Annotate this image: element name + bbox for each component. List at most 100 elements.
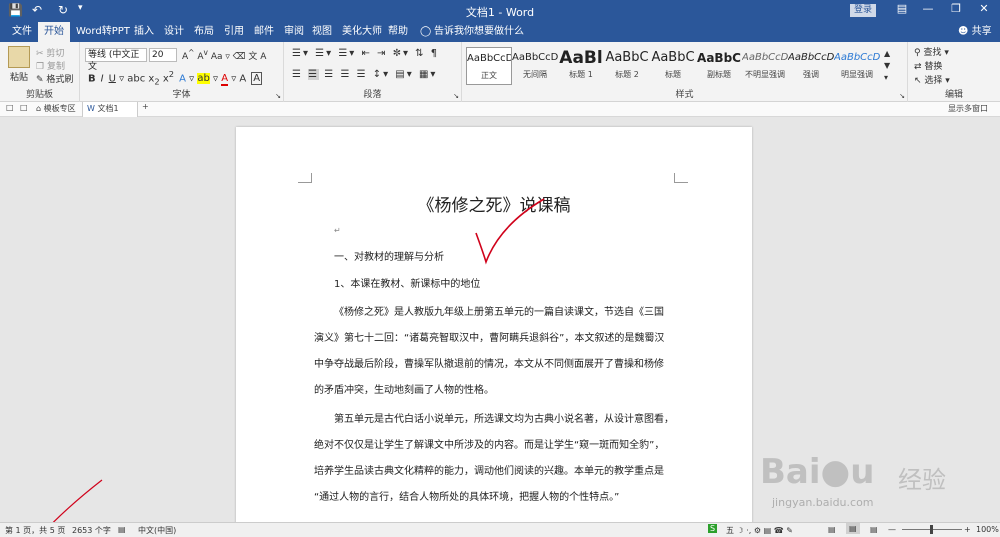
ime-toolbar-icons[interactable]: 五 ☽ ·, ⚙ ▤ ☎ ✎ xyxy=(726,525,793,536)
paste-icon[interactable] xyxy=(8,46,30,68)
open-folder-icon[interactable]: □ xyxy=(20,103,28,112)
replace-button[interactable]: ⇄ 替换 xyxy=(914,59,942,72)
font-label: 字体 xyxy=(172,90,191,100)
close-icon[interactable]: ✕ xyxy=(970,2,998,15)
list-buttons[interactable]: ☰▾ ☰▾ ☰▾ ⇤ ⇥ ✼▾ ⇅ ¶ xyxy=(292,48,439,59)
styles-scroll-icon[interactable]: ▲ ▼ ▾ xyxy=(884,48,890,84)
paste-button[interactable]: 粘贴 xyxy=(10,70,28,83)
margin-corner-tr xyxy=(674,173,688,183)
alignment-buttons[interactable]: ☰ ☰ ☰ ☰ ☰ ↕▾ ▤▾ ▦▾ xyxy=(292,69,437,80)
text-effects-icon: A xyxy=(179,73,186,85)
select-button[interactable]: ↖ 选择 ▾ xyxy=(914,73,950,86)
find-button[interactable]: ⚲ 查找 ▾ xyxy=(914,45,949,58)
style-normal[interactable]: AaBbCcDc正文 xyxy=(466,47,512,85)
tell-me-search[interactable]: 告诉我你想要做什么 xyxy=(428,22,530,42)
style-title[interactable]: AaBbC 标题 xyxy=(650,47,696,85)
share-button[interactable]: ☻ 共享 xyxy=(952,22,998,42)
styles-dialog-launcher-icon[interactable]: ↘ xyxy=(899,92,905,100)
document-page[interactable]: 《杨修之死》说课稿 ↵ 一、对教材的理解与分析 1、本课在教材、新课标中的地位 … xyxy=(236,127,752,537)
para2-line4[interactable]: “通过人物的言行，结合人物所处的具体环境，把握人物的个性特点。” xyxy=(314,488,619,503)
cursor-icon: ↖ xyxy=(914,76,925,86)
read-mode-icon[interactable]: ▤ xyxy=(828,525,836,534)
tab-help[interactable]: 帮助 xyxy=(382,22,414,42)
new-doc-icon[interactable]: □ xyxy=(6,103,14,112)
style-no-spacing[interactable]: AaBbCcDc无间隔 xyxy=(512,47,558,85)
print-layout-icon[interactable]: ▤ xyxy=(846,523,860,534)
tab-view[interactable]: 视图 xyxy=(306,22,338,42)
style-subtle-emphasis[interactable]: AaBbCcDc不明显强调 xyxy=(742,47,788,85)
heading-1[interactable]: 一、对教材的理解与分析 xyxy=(334,248,444,263)
zoom-slider-thumb[interactable] xyxy=(930,525,933,534)
watermark-brand: Bai●u xyxy=(760,452,875,492)
paw-icon: ● xyxy=(820,452,851,492)
language[interactable]: 中文(中国) xyxy=(138,525,176,536)
para2-line3[interactable]: 培养学生品读古典文化精粹的能力，调动他们阅读的兴趣。本单元的教学重点是 xyxy=(314,462,664,477)
editing-group: ⚲ 查找 ▾ ⇄ 替换 ↖ 选择 ▾ 编辑 xyxy=(908,42,1000,102)
watermark-jingyan: 经验 xyxy=(898,466,946,494)
style-emphasis[interactable]: AaBbCcDc强调 xyxy=(788,47,834,85)
word-count[interactable]: 2653 个字 xyxy=(72,525,111,536)
font-size-box[interactable]: 20 xyxy=(149,48,177,62)
font-dialog-launcher-icon[interactable]: ↘ xyxy=(275,92,281,100)
proofing-icon[interactable]: ▤ xyxy=(118,525,126,534)
show-windows-button[interactable]: 显示多窗口 xyxy=(948,103,988,114)
cut-button[interactable]: ✂ 剪切 xyxy=(36,46,64,59)
restore-icon[interactable]: ❐ xyxy=(942,2,970,15)
para1-line2[interactable]: 演义》第七十二回：“诸葛亮智取汉中，曹阿瞒兵退斜谷”，本文叙述的是魏蜀汉 xyxy=(314,329,664,344)
para2-line2[interactable]: 绝对不仅仅是让学生了解课文中所涉及的内容。而是让学生“窥一斑而知全豹”， xyxy=(314,436,664,451)
para1-line4[interactable]: 的矛盾冲突，生动地刻画了人物的性格。 xyxy=(314,381,494,396)
char-border-icon: A xyxy=(251,72,263,86)
tab-word-to-ppt[interactable]: Word转PPT xyxy=(70,22,136,42)
tab-design[interactable]: 设计 xyxy=(158,22,190,42)
style-heading2[interactable]: AaBbC 标题 2 xyxy=(604,47,650,85)
format-painter-button[interactable]: ✎ 格式刷 xyxy=(36,72,73,85)
zoom-out-icon[interactable]: — xyxy=(888,525,896,534)
person-icon: ☻ xyxy=(958,26,972,37)
align-center-icon: ☰ xyxy=(308,69,320,80)
style-subtitle[interactable]: AaBbC 副标题 xyxy=(696,47,742,85)
tab-home[interactable]: 开始 xyxy=(38,22,70,42)
add-tab-icon[interactable]: + xyxy=(142,102,149,111)
web-layout-icon[interactable]: ▤ xyxy=(870,525,878,534)
brush-icon: ✎ xyxy=(36,75,47,85)
tab-references[interactable]: 引用 xyxy=(218,22,250,42)
tab-beautify[interactable]: 美化大师 xyxy=(336,22,388,42)
paragraph-label: 段落 xyxy=(363,90,382,100)
copy-icon: ❐ xyxy=(36,62,47,72)
font-group: 等线 (中文正文 20 A^ Av Aa ▿ ⌫ 文 A B I U ▿ abc… xyxy=(80,42,284,102)
clipboard-group: 粘贴 ✂ 剪切 ❐ 复制 ✎ 格式刷 剪贴板 xyxy=(0,42,80,102)
tab-layout[interactable]: 布局 xyxy=(188,22,220,42)
ime-icon[interactable]: S xyxy=(708,524,718,533)
styles-label: 样式 xyxy=(675,90,694,100)
font-name-box[interactable]: 等线 (中文正文 xyxy=(85,48,147,72)
copy-button[interactable]: ❐ 复制 xyxy=(36,59,65,72)
login-button[interactable]: 登录 xyxy=(850,4,876,17)
heading-2[interactable]: 1、本课在教材、新课标中的地位 xyxy=(334,275,480,290)
para1-line1[interactable]: 《杨修之死》是人教版九年级上册第五单元的一篇自读课文，节选自《三国 xyxy=(334,303,664,318)
ribbon-options-icon[interactable]: ▤ xyxy=(888,2,916,15)
font-size-buttons[interactable]: A^ Av Aa ▿ ⌫ 文 A xyxy=(182,48,266,62)
font-style-buttons[interactable]: B I U ▿ abc x2 x2 A ▿ ab ▿ A ▿ A A xyxy=(88,69,263,87)
zoom-level[interactable]: 100% xyxy=(976,525,999,534)
style-heading1[interactable]: AaBl 标题 1 xyxy=(558,47,604,85)
tab-insert[interactable]: 插入 xyxy=(128,22,160,42)
scissors-icon: ✂ xyxy=(36,49,47,59)
paragraph-group: ☰▾ ☰▾ ☰▾ ⇤ ⇥ ✼▾ ⇅ ¶ ☰ ☰ ☰ ☰ ☰ ↕▾ ▤▾ ▦▾ 段… xyxy=(284,42,462,102)
paragraph-dialog-launcher-icon[interactable]: ↘ xyxy=(453,92,459,100)
tab-file[interactable]: 文件 xyxy=(6,22,38,42)
minimize-icon[interactable]: — xyxy=(914,2,942,15)
highlight-icon: ab xyxy=(197,73,210,85)
template-tab[interactable]: ⌂ 模板专区 xyxy=(36,103,76,114)
ribbon-tabs: 文件 开始 Word转PPT 插入 设计 布局 引用 邮件 审阅 视图 美化大师… xyxy=(0,22,1000,42)
editing-label: 编辑 xyxy=(944,90,963,100)
style-intense-emphasis[interactable]: AaBbCcDc明显强调 xyxy=(834,47,880,85)
doc-tab[interactable]: W 文档1 xyxy=(82,102,138,117)
zoom-in-icon[interactable]: + xyxy=(964,525,971,534)
para2-line1[interactable]: 第五单元是古代白话小说单元，所选课文均为古典小说名著，从设计意图看， xyxy=(334,410,674,425)
clipboard-label: 剪贴板 xyxy=(25,90,53,100)
document-tab-bar: □ □ ⌂ 模板专区 W 文档1 + 显示多窗口 xyxy=(0,102,1000,117)
para1-line3[interactable]: 中争夺战最后阶段，曹操军队撤退前的情况，本文从不同侧面展开了曹操和杨修 xyxy=(314,355,664,370)
ribbon: 粘贴 ✂ 剪切 ❐ 复制 ✎ 格式刷 剪贴板 等线 (中文正文 20 A^ Av… xyxy=(0,42,1000,102)
page-count[interactable]: 第 1 页，共 5 页 xyxy=(5,525,65,536)
tab-mailings[interactable]: 邮件 xyxy=(248,22,280,42)
